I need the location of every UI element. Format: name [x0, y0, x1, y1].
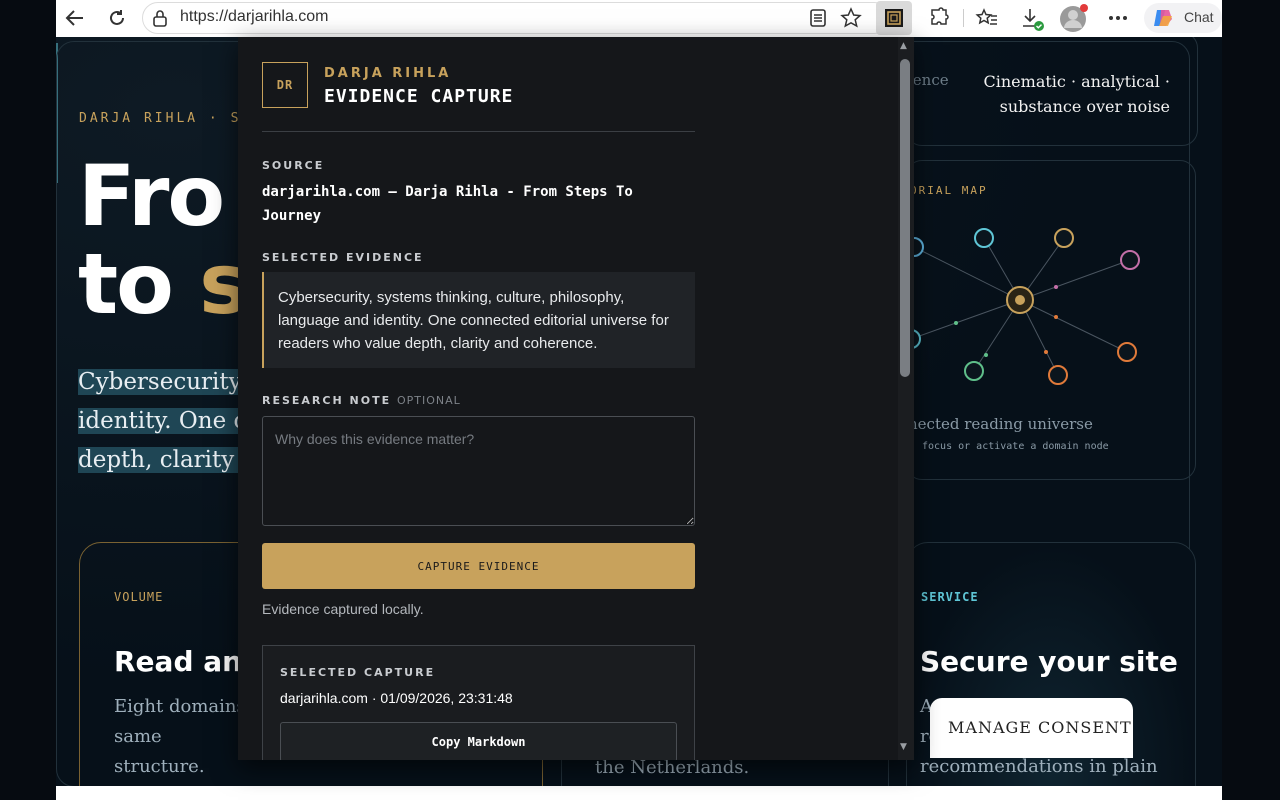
manage-consent-label[interactable]: MANAGE CONSENT — [948, 718, 1132, 737]
selected-evidence-text: Cybersecurity, systems thinking, culture… — [278, 289, 669, 352]
capture-evidence-button[interactable]: CAPTURE EVIDENCE — [262, 543, 695, 589]
service-title: Secure your site — [920, 645, 1178, 678]
reader-icon[interactable] — [806, 6, 830, 30]
scroll-down-arrow-icon[interactable]: ▼ — [900, 742, 907, 752]
scroll-up-arrow-icon[interactable]: ▲ — [900, 41, 907, 51]
selected-evidence-label: SELECTED EVIDENCE — [262, 251, 424, 264]
tagline-card-right-text: Cinematic · analytical · substance over … — [983, 72, 1170, 116]
middle-card-description: the Netherlands. — [595, 757, 750, 778]
lock-icon[interactable] — [150, 7, 170, 29]
research-note-label-text: RESEARCH NOTE — [262, 394, 392, 407]
download-icon[interactable] — [1018, 6, 1046, 32]
copilot-icon[interactable] — [1150, 6, 1176, 30]
editorial-map-graph[interactable] — [906, 207, 1196, 427]
research-note-optional: OPTIONAL — [396, 394, 461, 407]
window-edge-left — [0, 0, 56, 800]
copy-markdown-button[interactable]: Copy Markdown — [280, 722, 677, 760]
capture-status-message: Evidence captured locally. — [262, 601, 424, 617]
window-edge-bottom — [56, 786, 1222, 800]
more-icon[interactable] — [1105, 6, 1131, 30]
research-note-label: RESEARCH NOTE OPTIONAL — [262, 394, 461, 407]
tagline-card-left-text: ience — [908, 71, 949, 89]
brand-logo: DR — [262, 62, 308, 108]
brand-name: DARJA RIHLA — [324, 66, 452, 81]
editorial-map-hint: focus or activate a domain node — [922, 441, 1109, 452]
hero-desc-line-3: depth, clarity a — [78, 447, 256, 473]
toolbar-divider — [963, 9, 964, 27]
service-kicker: SERVICE — [921, 590, 979, 604]
refresh-icon[interactable] — [104, 6, 130, 30]
evidence-capture-popup: DR DARJA RIHLA EVIDENCE CAPTURE SOURCE d… — [238, 37, 914, 760]
editorial-map-caption: nected reading universe — [908, 415, 1093, 433]
source-value: darjarihla.com — Darja Rihla - From Step… — [262, 184, 633, 224]
popup-scrollbar-thumb[interactable] — [900, 59, 910, 377]
source-label: SOURCE — [262, 159, 325, 172]
window-edge-right — [1222, 0, 1280, 800]
selected-capture-meta: darjarihla.com · 01/09/2026, 23:31:48 — [280, 690, 513, 706]
header-divider — [262, 131, 695, 132]
volume-description: Eight domains, same structure. — [114, 696, 252, 777]
editorial-map-kicker: ORIAL MAP — [910, 184, 988, 197]
research-note-input[interactable] — [262, 416, 695, 526]
back-icon[interactable] — [62, 6, 88, 30]
map-node — [1120, 250, 1140, 270]
map-center-node — [1006, 286, 1034, 314]
map-node — [964, 361, 984, 381]
map-node — [1048, 365, 1068, 385]
star-icon[interactable] — [838, 6, 864, 30]
hero-title-line2-white: to — [78, 235, 200, 333]
puzzle-icon[interactable] — [926, 6, 952, 30]
map-node — [974, 228, 994, 248]
profile-icon[interactable] — [1058, 3, 1088, 33]
popup-title: EVIDENCE CAPTURE — [324, 86, 514, 107]
favorites-icon[interactable] — [974, 6, 1000, 30]
map-node — [1117, 342, 1137, 362]
map-node — [1054, 228, 1074, 248]
extension-evidence-icon[interactable] — [882, 6, 906, 30]
url-text[interactable]: https://darjarihla.com — [180, 8, 329, 26]
volume-kicker: VOLUME — [114, 590, 164, 604]
hero-desc-line-2: identity. One co — [78, 408, 261, 434]
hero-desc-line-1: Cybersecurity, — [78, 369, 246, 395]
selected-capture-label: SELECTED CAPTURE — [280, 666, 436, 679]
hero-kicker: DARJA RIHLA · S — [79, 111, 242, 126]
chat-label[interactable]: Chat — [1184, 9, 1214, 25]
